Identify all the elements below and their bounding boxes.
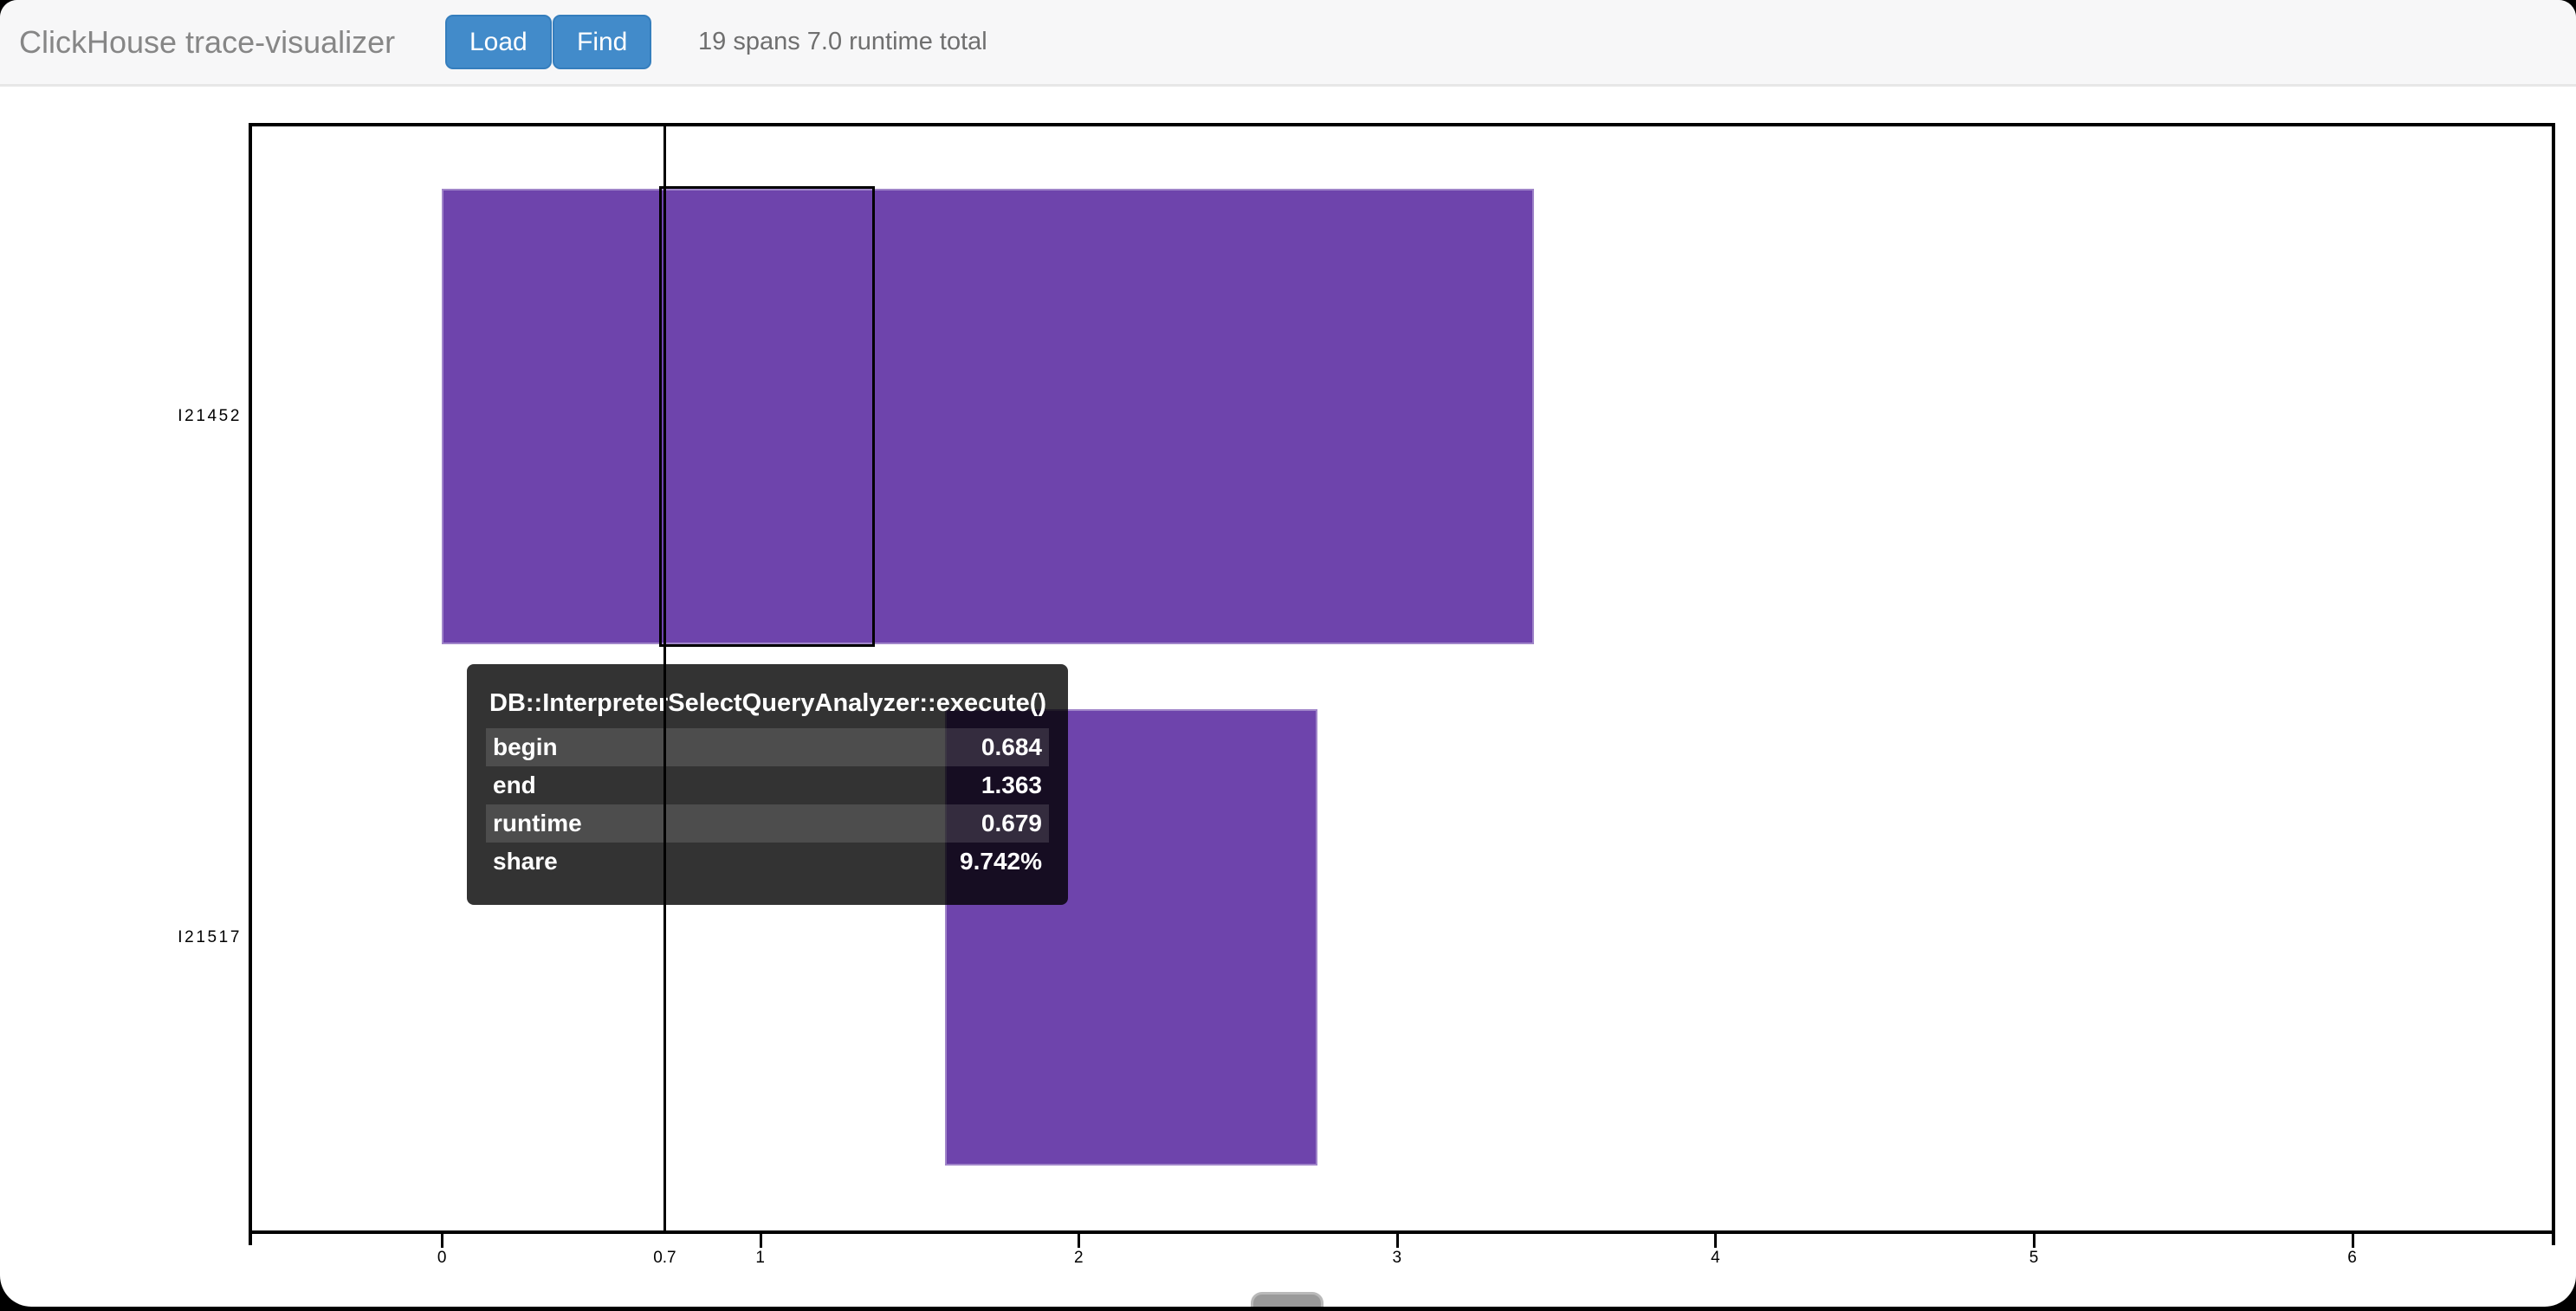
trace-chart[interactable]: DB::InterpreterSelectQueryAnalyzer::exec…: [0, 87, 2576, 1307]
x-axis-tick-label: 0: [437, 1249, 447, 1268]
x-axis-tick: [2033, 1234, 2036, 1248]
x-axis-tick: [441, 1234, 443, 1248]
x-axis-tick-label: 4: [1711, 1249, 1720, 1268]
tooltip-row-value: 0.684: [981, 733, 1042, 761]
x-axis-tick-label: 2: [1074, 1249, 1084, 1268]
browser-page: ClickHouse trace-visualizer Load Find 19…: [0, 0, 2576, 1307]
trace-span-bar[interactable]: [442, 189, 1534, 644]
tooltip-row-label: begin: [493, 733, 558, 761]
hovered-span-outline: [659, 186, 876, 647]
tooltip-row-value: 9.742%: [960, 848, 1042, 875]
tooltip-row-value: 1.363: [981, 772, 1042, 799]
row-label-I21517: I21517: [68, 928, 242, 947]
horizontal-scrollbar-thumb[interactable]: [1251, 1292, 1324, 1307]
x-axis-tick: [1714, 1234, 1717, 1248]
tooltip-row-runtime: runtime 0.679: [486, 804, 1049, 843]
tooltip-row-label: share: [493, 848, 558, 875]
x-axis-tick-label: 1: [755, 1249, 765, 1268]
app-header: ClickHouse trace-visualizer Load Find 19…: [0, 0, 2576, 87]
x-axis-line: [249, 1230, 2555, 1234]
find-button[interactable]: Find: [553, 15, 651, 69]
x-axis-tick: [1396, 1234, 1399, 1248]
cursor-time-line: [663, 123, 666, 1230]
x-axis-tick-label: 3: [1393, 1249, 1402, 1268]
tooltip-row-end: end 1.363: [486, 766, 1049, 804]
x-axis-tick: [760, 1234, 762, 1248]
x-axis-tick: [1078, 1234, 1080, 1248]
x-axis-tick-label: 5: [2029, 1249, 2039, 1268]
cursor-tick-label: 0.7: [653, 1249, 676, 1268]
tooltip-row-value: 0.679: [981, 810, 1042, 837]
tooltip-row-share: share 9.742%: [486, 843, 1049, 881]
x-axis-tick: [2352, 1234, 2354, 1248]
tooltip-span-name: DB::InterpreterSelectQueryAnalyzer::exec…: [486, 685, 1049, 728]
load-button[interactable]: Load: [445, 15, 552, 69]
app-title: ClickHouse trace-visualizer: [19, 0, 395, 84]
spans-runtime-summary: 19 spans 7.0 runtime total: [698, 0, 987, 84]
tooltip-row-label: end: [493, 772, 536, 799]
row-label-I21452: I21452: [68, 407, 242, 426]
x-axis-tick-label: 6: [2347, 1249, 2357, 1268]
tooltip-row-label: runtime: [493, 810, 582, 837]
span-tooltip: DB::InterpreterSelectQueryAnalyzer::exec…: [467, 664, 1068, 905]
tooltip-rows: begin 0.684 end 1.363 runtime 0.679 share 9.742…: [486, 728, 1049, 881]
tooltip-row-begin: begin 0.684: [486, 728, 1049, 766]
